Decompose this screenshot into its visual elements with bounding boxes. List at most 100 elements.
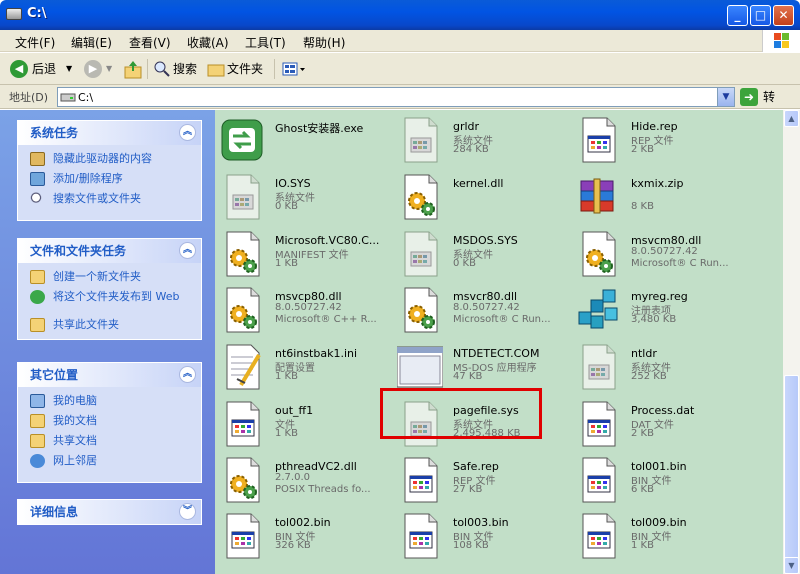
details-title: 详细信息 <box>30 505 79 519</box>
vertical-scrollbar[interactable]: ▲ ▼ <box>783 110 800 574</box>
file-item[interactable]: ntldr 系统文件 252 KB <box>575 341 750 393</box>
task-add-remove-programs[interactable]: 添加/删除程序 <box>18 169 201 189</box>
file-item[interactable]: nt6instbak1.ini 配置设置 1 KB <box>219 341 394 393</box>
details-header[interactable]: 详细信息 ︾ <box>18 500 201 524</box>
file-size: 0 KB <box>275 201 298 212</box>
file-item[interactable]: Safe.rep REP 文件 27 KB <box>397 454 572 506</box>
search-button[interactable]: 搜索 <box>153 58 201 80</box>
address-field[interactable]: C:\ ▼ <box>57 87 735 107</box>
scroll-thumb[interactable] <box>784 375 799 560</box>
task-search-files[interactable]: 搜索文件或文件夹 <box>18 189 201 209</box>
file-item[interactable]: grldr 系统文件 284 KB <box>397 114 572 166</box>
dll-file-icon <box>575 230 621 278</box>
other-places-header[interactable]: 其它位置 ︽ <box>18 363 201 387</box>
file-item[interactable]: tol009.bin BIN 文件 1 KB <box>575 510 750 562</box>
file-item[interactable]: pagefile.sys 系统文件 2,495,488 KB <box>397 398 572 450</box>
details-panel: 详细信息 ︾ <box>17 499 202 525</box>
system-file-icon <box>397 116 443 164</box>
file-size: Microsoft® C++ R... <box>275 314 377 325</box>
file-size: 326 KB <box>275 540 311 551</box>
views-button[interactable] <box>281 58 307 80</box>
scroll-down-button[interactable]: ▼ <box>784 557 799 574</box>
menu-edit[interactable]: 编辑(E) <box>71 34 112 51</box>
file-item[interactable]: Ghost安装器.exe <box>219 114 394 166</box>
file-item[interactable]: kernel.dll <box>397 171 572 223</box>
file-item[interactable]: tol002.bin BIN 文件 326 KB <box>219 510 394 562</box>
back-button[interactable]: ◀ 后退 ▼ <box>10 58 78 80</box>
generic-file-icon <box>575 116 621 164</box>
system-file-icon <box>219 173 265 221</box>
my-computer-icon <box>30 394 45 408</box>
file-item[interactable]: msvcm80.dll 8.0.50727.42 Microsoft® C Run.… <box>575 228 750 280</box>
publish-web-icon <box>30 290 45 304</box>
file-size: 1 KB <box>275 428 298 439</box>
menu-help[interactable]: 帮助(H) <box>303 34 345 51</box>
close-button[interactable]: ✕ <box>773 5 794 26</box>
back-dropdown-icon[interactable]: ▼ <box>66 58 72 80</box>
maximize-button[interactable]: □ <box>750 5 771 26</box>
collapse-chevron-icon[interactable]: ︽ <box>179 242 196 259</box>
folders-button[interactable]: 文件夹 <box>207 58 267 80</box>
file-type: 8.0.50727.42 <box>453 302 520 313</box>
file-size: 1 KB <box>631 540 654 551</box>
forward-dropdown-icon[interactable]: ▼ <box>106 58 112 80</box>
shared-documents-icon <box>30 434 45 448</box>
file-item[interactable]: pthreadVC2.dll 2.7.0.0 POSIX Threads fo... <box>219 454 394 506</box>
file-item[interactable]: kxmix.zip 8 KB <box>575 171 750 223</box>
file-size: 252 KB <box>631 371 667 382</box>
file-item[interactable]: tol003.bin BIN 文件 108 KB <box>397 510 572 562</box>
task-publish-web[interactable]: 将这个文件夹发布到 Web <box>18 287 201 315</box>
generic-file-icon <box>219 400 265 448</box>
system-file-icon <box>397 400 443 448</box>
file-item[interactable]: MSDOS.SYS 系统文件 0 KB <box>397 228 572 280</box>
place-my-computer[interactable]: 我的电脑 <box>18 391 201 411</box>
file-item[interactable]: Microsoft.VC80.C... MANIFEST 文件 1 KB <box>219 228 394 280</box>
file-item[interactable]: out_ff1 文件 1 KB <box>219 398 394 450</box>
menu-tools[interactable]: 工具(T) <box>245 34 286 51</box>
address-dropdown-button[interactable]: ▼ <box>717 88 734 106</box>
task-share-folder[interactable]: 共享此文件夹 <box>18 315 201 335</box>
file-item[interactable]: msvcr80.dll 8.0.50727.42 Microsoft® C Run.… <box>397 284 572 336</box>
address-value: C:\ <box>78 91 94 104</box>
minimize-button[interactable]: _ <box>727 5 748 26</box>
title-bar[interactable]: C:\ _ □ ✕ <box>0 0 800 30</box>
file-item[interactable]: Hide.rep REP 文件 2 KB <box>575 114 750 166</box>
forward-button[interactable]: ▶ ▼ <box>84 58 116 80</box>
place-my-documents[interactable]: 我的文档 <box>18 411 201 431</box>
search-label: 搜索 <box>173 62 198 76</box>
menu-view[interactable]: 查看(V) <box>129 34 171 51</box>
system-tasks-header[interactable]: 系统任务 ︽ <box>18 121 201 145</box>
file-item[interactable]: myreg.reg 注册表项 3,480 KB <box>575 284 750 336</box>
file-item[interactable]: NTDETECT.COM MS-DOS 应用程序 47 KB <box>396 341 572 393</box>
file-size: 0 KB <box>453 258 476 269</box>
task-new-folder[interactable]: 创建一个新文件夹 <box>18 267 201 287</box>
system-tasks-panel: 系统任务 ︽ 隐藏此驱动器的内容 添加/删除程序 搜索文件或文件夹 <box>17 120 202 221</box>
file-item[interactable]: IO.SYS 系统文件 0 KB <box>219 171 394 223</box>
menu-file[interactable]: 文件(F) <box>15 34 55 51</box>
place-shared-documents[interactable]: 共享文档 <box>18 431 201 451</box>
scroll-up-button[interactable]: ▲ <box>784 110 799 127</box>
generic-file-icon <box>575 400 621 448</box>
registry-file-icon <box>575 286 621 334</box>
place-network[interactable]: 网上邻居 <box>18 451 201 471</box>
file-item[interactable]: Process.dat DAT 文件 2 KB <box>575 398 750 450</box>
file-item[interactable]: msvcp80.dll 8.0.50727.42 Microsoft® C++ R.… <box>219 284 394 336</box>
expand-chevron-icon[interactable]: ︾ <box>179 503 196 520</box>
collapse-chevron-icon[interactable]: ︽ <box>179 124 196 141</box>
up-folder-button[interactable] <box>123 58 143 80</box>
dos-app-icon <box>396 343 444 391</box>
up-folder-icon <box>124 61 142 79</box>
file-tasks-panel: 文件和文件夹任务 ︽ 创建一个新文件夹 将这个文件夹发布到 Web 共享此文件夹 <box>17 238 202 340</box>
ghost-exe-icon <box>219 116 265 164</box>
add-remove-programs-icon <box>30 172 45 186</box>
menu-favorites[interactable]: 收藏(A) <box>187 34 229 51</box>
collapse-chevron-icon[interactable]: ︽ <box>179 366 196 383</box>
generic-file-icon <box>397 456 443 504</box>
task-hide-drive-contents[interactable]: 隐藏此驱动器的内容 <box>18 149 201 169</box>
task-label: 隐藏此驱动器的内容 <box>53 152 152 165</box>
task-label: 创建一个新文件夹 <box>53 270 141 283</box>
file-size: 108 KB <box>453 540 489 551</box>
file-item[interactable]: tol001.bin BIN 文件 6 KB <box>575 454 750 506</box>
file-tasks-header[interactable]: 文件和文件夹任务 ︽ <box>18 239 201 263</box>
task-pane: 系统任务 ︽ 隐藏此驱动器的内容 添加/删除程序 搜索文件或文件夹 文件和文件夹任… <box>0 110 215 574</box>
